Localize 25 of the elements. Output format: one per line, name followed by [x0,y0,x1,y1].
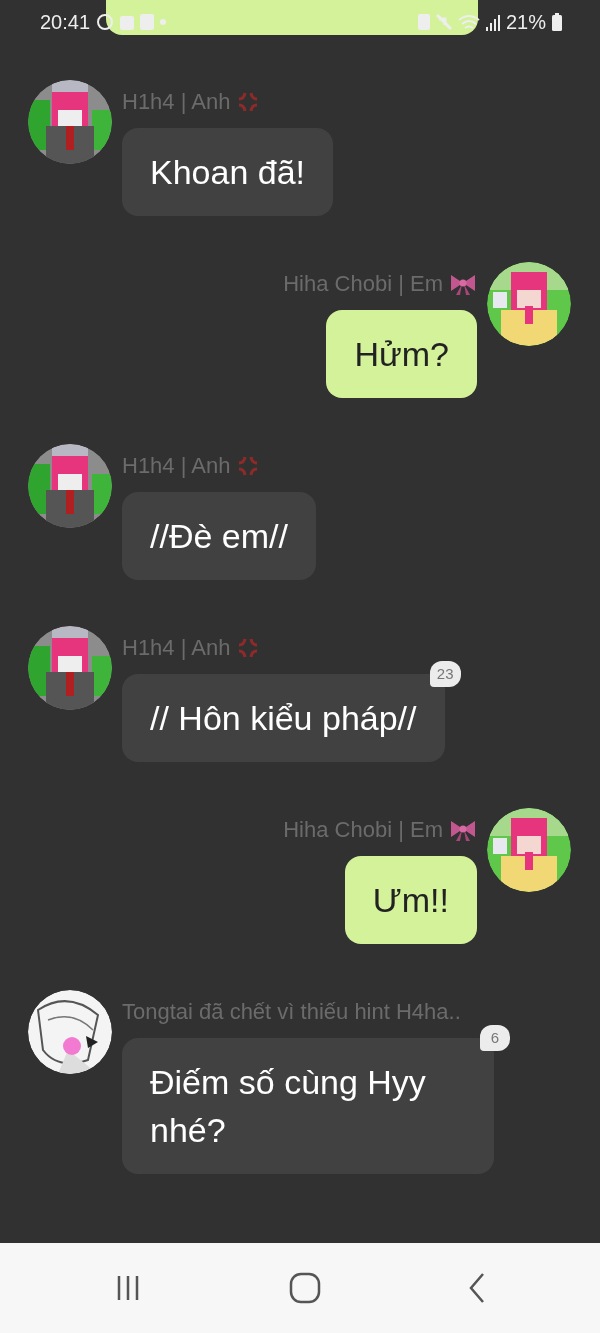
battery-level: 21% [505,10,546,34]
battery-icon [552,13,562,31]
circle-icon [96,13,115,31]
sender-name: Tongtai đã chết vì thiếu hint H4ha.. [122,999,461,1025]
message-text: Điếm số cùng Hyy nhé? [150,1062,427,1151]
sender-name: H1h4 | Anh [122,89,231,115]
home-icon[interactable] [288,1271,322,1305]
sender-name: H1h4 | Anh [122,635,231,661]
sender-name: Hiha Chobi | Em [283,817,443,843]
message-text: Hửm? [354,334,449,375]
mute-icon [435,14,452,30]
signal-icon [485,13,500,31]
reaction-count[interactable]: 23 [429,661,461,687]
bow-icon [449,272,477,296]
wifi-icon [457,13,480,31]
message-text: // Hôn kiểu pháp// [150,698,417,739]
status-time: 20:41 [40,10,91,34]
message-text: //Đè em// [150,516,288,557]
bow-icon [449,818,477,842]
reaction-count[interactable]: 6 [480,1025,510,1051]
dot-icon [160,19,167,25]
message-text: Khoan đã! [150,152,306,193]
message-text: Ưm!! [372,880,449,921]
sender-name: H1h4 | Anh [122,453,231,479]
sender-name: Hiha Chobi | Em [283,271,443,297]
